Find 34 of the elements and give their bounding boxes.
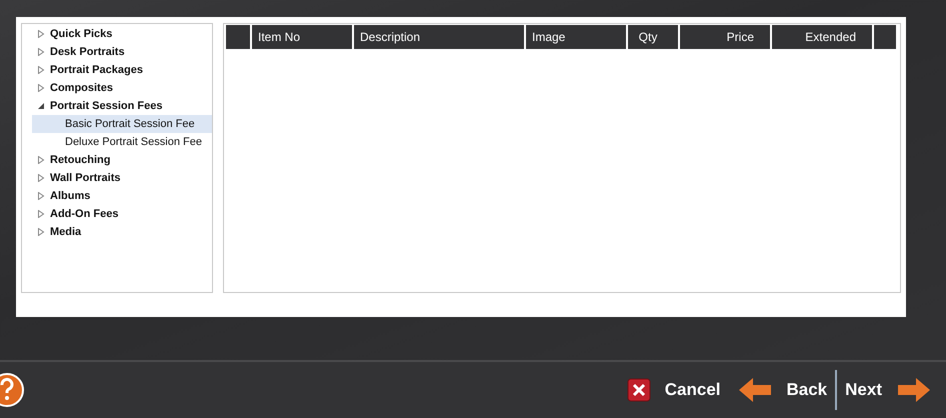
back-button[interactable]: Back — [728, 370, 836, 410]
next-button[interactable]: Next — [835, 370, 940, 410]
expand-icon — [37, 30, 45, 38]
expand-icon — [37, 192, 45, 200]
collapse-icon — [37, 102, 45, 110]
tree-item[interactable]: Quick Picks — [22, 25, 212, 43]
tree-item[interactable]: Wall Portraits — [22, 169, 212, 187]
tree-item[interactable]: Albums — [22, 187, 212, 205]
tree-item[interactable]: Desk Portraits — [22, 43, 212, 61]
column-header[interactable]: Item No — [252, 25, 354, 49]
expand-icon — [37, 210, 45, 218]
tree-item[interactable]: Portrait Packages — [22, 61, 212, 79]
column-header[interactable]: Qty — [628, 25, 680, 49]
tree-item[interactable]: Add-On Fees — [22, 205, 212, 223]
tree-item[interactable]: Retouching — [22, 151, 212, 169]
tree-item[interactable]: Composites — [22, 79, 212, 97]
close-icon — [626, 378, 651, 402]
column-header[interactable]: Description — [354, 25, 526, 49]
expand-icon — [37, 84, 45, 92]
tree-item[interactable]: Media — [22, 223, 212, 241]
column-header[interactable]: Extended — [772, 25, 874, 49]
expand-icon — [37, 48, 45, 56]
tree-item[interactable]: Deluxe Portrait Session Fee — [32, 133, 212, 151]
expand-icon — [37, 228, 45, 236]
tree-item[interactable]: Portrait Session Fees — [22, 97, 212, 115]
expand-icon — [37, 66, 45, 74]
column-header[interactable]: Price — [680, 25, 772, 49]
column-header[interactable]: Image — [526, 25, 628, 49]
tree-item[interactable]: Basic Portrait Session Fee — [32, 115, 212, 133]
expand-icon — [37, 156, 45, 164]
expand-icon — [37, 174, 45, 182]
right-arrow-icon — [896, 376, 932, 404]
cancel-button[interactable]: Cancel — [618, 370, 728, 410]
left-arrow-icon — [736, 376, 772, 404]
